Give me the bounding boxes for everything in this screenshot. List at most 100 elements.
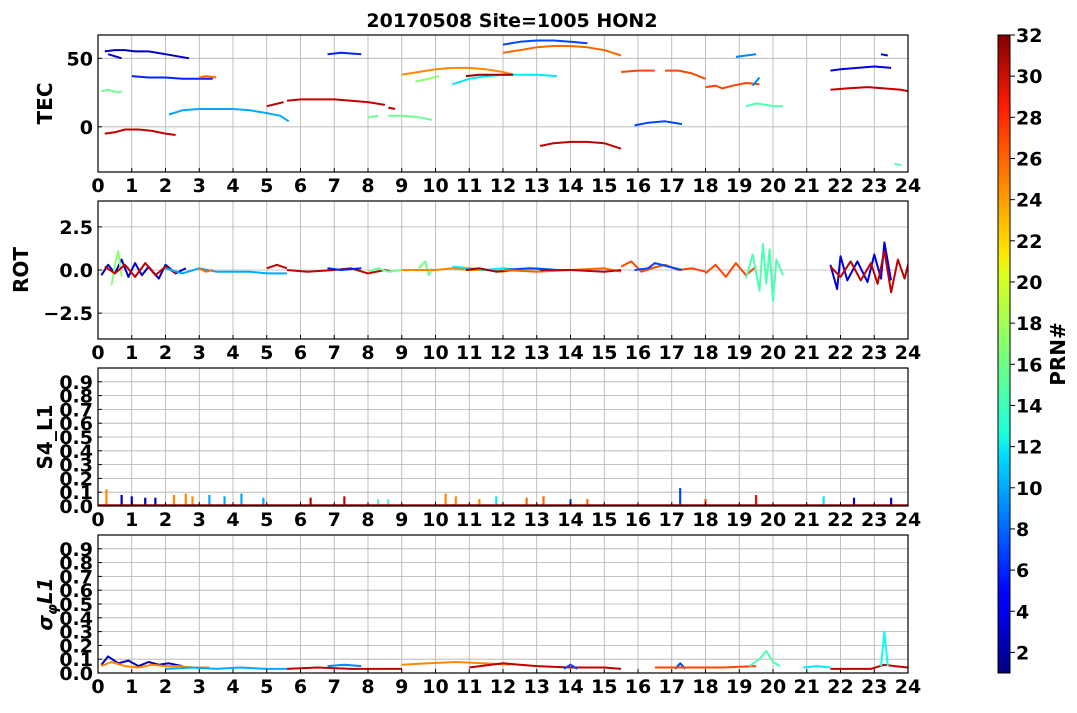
colorbar-tick-label: 28 bbox=[1016, 107, 1042, 129]
x-tick-label: 20 bbox=[760, 342, 786, 364]
x-tick-label: 11 bbox=[456, 676, 482, 698]
x-tick-label: 6 bbox=[294, 509, 307, 531]
x-tick-label: 5 bbox=[260, 175, 273, 197]
x-tick-label: 10 bbox=[422, 175, 448, 197]
x-tick-label: 8 bbox=[361, 342, 374, 364]
x-tick-label: 6 bbox=[294, 175, 307, 197]
colorbar-tick-label: 24 bbox=[1016, 190, 1042, 212]
x-tick-label: 0 bbox=[91, 175, 104, 197]
x-tick-label: 23 bbox=[861, 342, 887, 364]
x-tick-label: 9 bbox=[395, 342, 408, 364]
x-tick-label: 4 bbox=[226, 509, 239, 531]
x-tick-label: 16 bbox=[625, 175, 651, 197]
panel-1: 0 1 2 3 4 5 6 7 8 9 10 11 12 13 14 15 16 17 18 19 20 21 22 23 24… bbox=[33, 34, 921, 197]
x-tick-label: 22 bbox=[827, 676, 853, 698]
x-tick-label: 0 bbox=[91, 509, 104, 531]
x-tick-label: 24 bbox=[895, 676, 921, 698]
x-tick-label: 0 bbox=[91, 342, 104, 364]
panel-3: 0 1 2 3 4 5 6 7 8 9 10 11 12 13 14 15 16 17 18 19 20 21 22 23 24… bbox=[33, 367, 921, 531]
x-tick-label: 11 bbox=[456, 342, 482, 364]
x-tick-label: 17 bbox=[659, 342, 685, 364]
colorbar-tick-label: 14 bbox=[1016, 395, 1042, 417]
x-tick-label: 7 bbox=[328, 175, 341, 197]
x-tick-label: 21 bbox=[794, 509, 820, 531]
y-tick-label: −2.5 bbox=[43, 303, 93, 325]
x-tick-label: 14 bbox=[557, 676, 583, 698]
x-tick-label: 22 bbox=[827, 175, 853, 197]
x-tick-label: 15 bbox=[591, 676, 617, 698]
x-tick-label: 14 bbox=[557, 509, 583, 531]
x-tick-label: 13 bbox=[524, 509, 550, 531]
y-tick-label: 0.9 bbox=[59, 539, 93, 561]
x-tick-label: 2 bbox=[159, 676, 172, 698]
x-tick-label: 20 bbox=[760, 175, 786, 197]
x-tick-label: 10 bbox=[422, 676, 448, 698]
x-tick-label: 15 bbox=[591, 509, 617, 531]
x-tick-label: 19 bbox=[726, 509, 752, 531]
colorbar-label: PRN# bbox=[1046, 322, 1070, 386]
series-line-prn-15 bbox=[894, 162, 902, 167]
x-tick-label: 23 bbox=[861, 175, 887, 197]
x-tick-label: 21 bbox=[794, 342, 820, 364]
x-tick-label: 6 bbox=[294, 342, 307, 364]
x-tick-label: 11 bbox=[456, 175, 482, 197]
x-tick-label: 3 bbox=[193, 175, 206, 197]
x-tick-label: 24 bbox=[895, 509, 921, 531]
colorbar-tick-label: 12 bbox=[1016, 437, 1042, 459]
series-line-prn-6 bbox=[327, 51, 362, 56]
x-tick-label: 24 bbox=[895, 175, 921, 197]
x-tick-label: 2 bbox=[159, 175, 172, 197]
x-tick-label: 20 bbox=[760, 509, 786, 531]
x-tick-label: 19 bbox=[726, 676, 752, 698]
colorbar-tick-label: 8 bbox=[1016, 519, 1029, 541]
x-tick-label: 14 bbox=[557, 175, 583, 197]
x-tick-label: 7 bbox=[328, 342, 341, 364]
series-line-prn-25 bbox=[199, 75, 217, 79]
colorbar-gradient bbox=[997, 34, 1011, 674]
x-tick-label: 23 bbox=[861, 676, 887, 698]
x-tick-label: 16 bbox=[625, 342, 651, 364]
x-tick-label: 8 bbox=[361, 676, 374, 698]
x-tick-label: 12 bbox=[490, 676, 516, 698]
x-tick-label: 15 bbox=[591, 175, 617, 197]
x-tick-label: 12 bbox=[490, 509, 516, 531]
colorbar-tick-label: 26 bbox=[1016, 148, 1042, 170]
x-tick-label: 7 bbox=[328, 676, 341, 698]
colorbar-tick-label: 22 bbox=[1016, 231, 1042, 253]
x-tick-label: 22 bbox=[827, 342, 853, 364]
x-tick-label: 16 bbox=[625, 509, 651, 531]
y-tick-label: 2.5 bbox=[59, 217, 93, 239]
colorbar-tick-label: 10 bbox=[1016, 478, 1042, 500]
panel-4: 0 1 2 3 4 5 6 7 8 9 10 11 12 13 14 15 16 17 18 19 20 21 22 23 24… bbox=[33, 534, 921, 698]
x-tick-label: 21 bbox=[794, 175, 820, 197]
y-axis-label: TEC bbox=[33, 83, 57, 125]
chart-figure: 20170508 Site=1005 HON2 0 1 2 3 4 5 6 7 8 9 10 11 12… bbox=[0, 0, 1077, 709]
x-tick-label: 13 bbox=[524, 175, 550, 197]
x-tick-label: 1 bbox=[125, 676, 138, 698]
x-tick-label: 9 bbox=[395, 175, 408, 197]
x-tick-label: 13 bbox=[524, 342, 550, 364]
x-tick-label: 14 bbox=[557, 342, 583, 364]
x-tick-label: 5 bbox=[260, 342, 273, 364]
colorbar: 2468101214161820222426283032PRN# bbox=[997, 25, 1070, 674]
x-tick-label: 18 bbox=[692, 509, 718, 531]
x-tick-label: 18 bbox=[692, 676, 718, 698]
colorbar-tick-label: 16 bbox=[1016, 354, 1042, 376]
x-tick-label: 5 bbox=[260, 509, 273, 531]
x-tick-label: 2 bbox=[159, 509, 172, 531]
colorbar-tick-label: 20 bbox=[1016, 272, 1042, 294]
x-tick-label: 19 bbox=[726, 342, 752, 364]
x-tick-label: 17 bbox=[659, 509, 685, 531]
colorbar-tick-label: 18 bbox=[1016, 313, 1042, 335]
chart-title: 20170508 Site=1005 HON2 bbox=[366, 10, 657, 32]
colorbar-tick-label: 2 bbox=[1016, 642, 1029, 664]
x-tick-label: 1 bbox=[125, 175, 138, 197]
x-tick-label: 15 bbox=[591, 342, 617, 364]
x-tick-label: 22 bbox=[827, 509, 853, 531]
x-tick-label: 5 bbox=[260, 676, 273, 698]
x-tick-label: 8 bbox=[361, 175, 374, 197]
x-tick-label: 10 bbox=[422, 342, 448, 364]
series-line-prn-30 bbox=[388, 106, 396, 110]
panel-2: 0 1 2 3 4 5 6 7 8 9 10 11 12 13 14 15 16 17 18 19 20 21 22 23 24… bbox=[9, 200, 921, 364]
x-tick-label: 7 bbox=[328, 509, 341, 531]
